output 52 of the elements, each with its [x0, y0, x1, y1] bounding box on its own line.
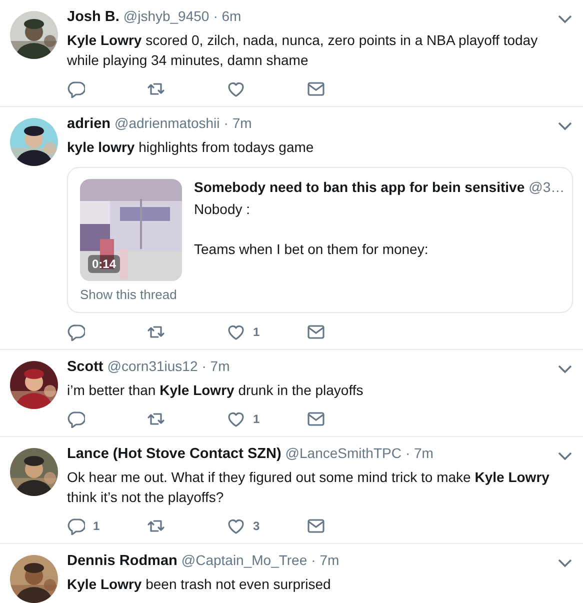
user-name[interactable]: adrien — [67, 116, 111, 132]
envelope-icon — [307, 410, 325, 428]
reply-button[interactable]: 1 — [67, 515, 147, 537]
tweet-text: Kyle Lowry scored 0, zilch, nada, nunca, zero points in a NBA playoff today while playing 34 minutes, damn shame — [67, 31, 539, 70]
heart-icon — [227, 410, 245, 428]
retweet-icon — [147, 517, 165, 535]
chevron-down-icon[interactable] — [557, 558, 573, 568]
tweet-text: Kyle Lowry been trash not even surprised — [67, 575, 332, 594]
like-button[interactable]: 1 — [227, 321, 307, 343]
timestamp[interactable]: · 7m — [224, 115, 252, 131]
speech-bubble-icon — [67, 80, 85, 98]
quoted-text-line: Nobody : — [194, 200, 252, 219]
quoted-text-line: Teams when I bet on them for money: — [194, 240, 430, 259]
heart-icon — [227, 517, 245, 535]
user-name[interactable]: Scott — [67, 359, 104, 375]
speech-bubble-icon — [67, 410, 85, 428]
tweet-text: i’m better than Kyle Lowry drunk in the playoffs — [67, 381, 364, 400]
quoted-user-name: Somebody need to ban this app for bein sensitive — [194, 179, 525, 195]
retweet-icon — [147, 80, 165, 98]
envelope-icon — [307, 517, 325, 535]
like-button[interactable]: 3 — [227, 515, 307, 537]
speech-bubble-icon — [67, 517, 85, 535]
quoted-tweet-card[interactable]: 0:14 Show this thread Somebody need to ban this app for bein sensitive @3… Nobody : Teams when I bet on them for money: — [67, 167, 573, 313]
timestamp[interactable]: · 7m — [202, 358, 230, 374]
speech-bubble-icon — [67, 323, 85, 341]
heart-icon — [227, 323, 245, 341]
user-handle[interactable]: @LanceSmithTPC — [285, 445, 402, 461]
envelope-icon — [307, 80, 325, 98]
heart-icon — [227, 80, 245, 98]
video-duration: 0:14 — [88, 255, 120, 273]
chevron-down-icon[interactable] — [557, 451, 573, 461]
user-name[interactable]: Lance (Hot Stove Contact SZN) — [67, 446, 282, 462]
user-handle[interactable]: @corn31ius12 — [107, 358, 198, 374]
user-name[interactable]: Josh B. — [67, 9, 120, 25]
user-name[interactable]: Dennis Rodman — [67, 553, 178, 569]
user-handle[interactable]: @jshyb_9450 — [123, 8, 210, 24]
quoted-user-handle: @3… — [528, 179, 565, 195]
user-handle[interactable]: @adrienmatoshii — [114, 115, 220, 131]
chevron-down-icon[interactable] — [557, 14, 573, 24]
retweet-icon — [147, 410, 165, 428]
timestamp[interactable]: · 7m — [405, 445, 434, 461]
timestamp[interactable]: · 6m — [213, 8, 242, 24]
chevron-down-icon[interactable] — [557, 121, 573, 131]
envelope-icon — [307, 323, 325, 341]
retweet-icon — [147, 323, 165, 341]
like-button[interactable]: 1 — [227, 408, 307, 430]
timestamp[interactable]: · 7m — [311, 552, 340, 568]
tweet-text: Ok hear me out. What if they figured out some mind trick to make Kyle Lowry think it’s not the playoffs? — [67, 468, 550, 507]
tweet-text: kyle lowry highlights from todays game — [67, 138, 315, 157]
user-handle[interactable]: @Captain_Mo_Tree — [181, 552, 308, 568]
show-thread-link[interactable]: Show this thread — [80, 287, 182, 302]
chevron-down-icon[interactable] — [557, 364, 573, 374]
